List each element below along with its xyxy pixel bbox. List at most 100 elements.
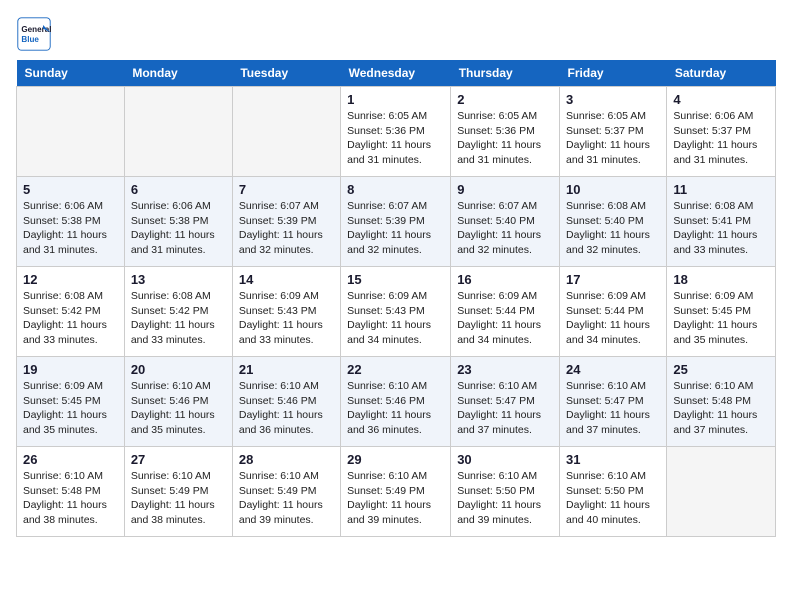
day-number: 12 — [23, 272, 118, 287]
day-number: 23 — [457, 362, 553, 377]
sunrise-text: Sunrise: 6:09 AM — [457, 289, 553, 304]
daylight-text: and 37 minutes. — [566, 423, 660, 438]
table-cell: 28 Sunrise: 6:10 AMSunset: 5:49 PMDayligh… — [232, 447, 340, 537]
daylight-text: and 34 minutes. — [347, 333, 444, 348]
day-number: 31 — [566, 452, 660, 467]
sunset-text: Sunset: 5:48 PM — [673, 394, 769, 409]
daylight-text: Daylight: 11 hours — [239, 408, 334, 423]
sunrise-text: Sunrise: 6:10 AM — [239, 379, 334, 394]
table-cell — [232, 87, 340, 177]
sunrise-text: Sunrise: 6:10 AM — [347, 379, 444, 394]
day-number: 18 — [673, 272, 769, 287]
sunset-text: Sunset: 5:42 PM — [23, 304, 118, 319]
sunset-text: Sunset: 5:36 PM — [347, 124, 444, 139]
day-number: 20 — [131, 362, 226, 377]
sunset-text: Sunset: 5:47 PM — [457, 394, 553, 409]
sunrise-text: Sunrise: 6:07 AM — [239, 199, 334, 214]
daylight-text: Daylight: 11 hours — [347, 318, 444, 333]
daylight-text: Daylight: 11 hours — [566, 498, 660, 513]
day-number: 15 — [347, 272, 444, 287]
week-row-2: 5 Sunrise: 6:06 AM Sunset: 5:38 PM Daylight… — [17, 177, 776, 267]
daylight-text: Daylight: 11 hours — [673, 408, 769, 423]
table-cell: 10Sunrise: 6:08 AMSunset: 5:40 PMDayligh… — [560, 177, 667, 267]
week-row-1: 1Sunrise: 6:05 AMSunset: 5:36 PMDaylight… — [17, 87, 776, 177]
sunrise-text: Sunrise: 6:09 AM — [347, 289, 444, 304]
table-cell: 31Sunrise: 6:10 AMSunset: 5:50 PMDayligh… — [560, 447, 667, 537]
sunset-text: Sunset: 5:39 PM — [347, 214, 444, 229]
day-number: 10 — [566, 182, 660, 197]
table-cell: 4Sunrise: 6:06 AMSunset: 5:37 PMDaylight… — [667, 87, 776, 177]
day-number: 5 — [23, 182, 118, 197]
table-cell: 21Sunrise: 6:10 AMSunset: 5:46 PMDayligh… — [232, 357, 340, 447]
table-cell — [667, 447, 776, 537]
header-saturday: Saturday — [667, 60, 776, 87]
table-cell: 24Sunrise: 6:10 AMSunset: 5:47 PMDayligh… — [560, 357, 667, 447]
table-cell: 30Sunrise: 6:10 AMSunset: 5:50 PMDayligh… — [451, 447, 560, 537]
day-number: 7 — [239, 182, 334, 197]
logo-icon: General Blue — [16, 16, 52, 52]
sunrise-text: Sunrise: 6:06 AM — [23, 199, 118, 214]
daylight-text: and 31 minutes. — [131, 243, 226, 258]
table-cell: 7Sunrise: 6:07 AMSunset: 5:39 PMDaylight… — [232, 177, 340, 267]
daylight-text: and 40 minutes. — [566, 513, 660, 528]
table-cell: 23Sunrise: 6:10 AMSunset: 5:47 PMDayligh… — [451, 357, 560, 447]
sunset-text: Sunset: 5:49 PM — [239, 484, 334, 499]
sunrise-text: Sunrise: 6:07 AM — [457, 199, 553, 214]
sunset-text: Sunset: 5:46 PM — [131, 394, 226, 409]
daylight-text: Daylight: 11 hours — [239, 318, 334, 333]
sunrise-text: Sunrise: 6:07 AM — [347, 199, 444, 214]
sunrise-text: Sunrise: 6:10 AM — [673, 379, 769, 394]
sunrise-text: Sunrise: 6:09 AM — [23, 379, 118, 394]
daylight-text: Daylight: 11 hours — [23, 228, 118, 243]
sunset-text: Sunset: 5:40 PM — [457, 214, 553, 229]
sunset-text: Sunset: 5:38 PM — [131, 214, 226, 229]
sunset-text: Sunset: 5:47 PM — [566, 394, 660, 409]
table-cell: 15Sunrise: 6:09 AMSunset: 5:43 PMDayligh… — [341, 267, 451, 357]
daylight-text: and 33 minutes. — [23, 333, 118, 348]
table-cell: 12Sunrise: 6:08 AMSunset: 5:42 PMDayligh… — [17, 267, 125, 357]
day-number: 1 — [347, 92, 444, 107]
day-number: 24 — [566, 362, 660, 377]
sunrise-text: Sunrise: 6:10 AM — [239, 469, 334, 484]
daylight-text: Daylight: 11 hours — [239, 498, 334, 513]
sunset-text: Sunset: 5:41 PM — [673, 214, 769, 229]
sunrise-text: Sunrise: 6:08 AM — [673, 199, 769, 214]
daylight-text: Daylight: 11 hours — [23, 498, 118, 513]
daylight-text: and 38 minutes. — [131, 513, 226, 528]
sunset-text: Sunset: 5:48 PM — [23, 484, 118, 499]
sunrise-text: Sunrise: 6:10 AM — [131, 469, 226, 484]
logo: General Blue — [16, 16, 52, 52]
daylight-text: and 32 minutes. — [457, 243, 553, 258]
daylight-text: and 32 minutes. — [347, 243, 444, 258]
daylight-text: and 32 minutes. — [566, 243, 660, 258]
day-number: 8 — [347, 182, 444, 197]
day-number: 28 — [239, 452, 334, 467]
day-number: 21 — [239, 362, 334, 377]
daylight-text: and 34 minutes. — [566, 333, 660, 348]
table-cell — [17, 87, 125, 177]
sunset-text: Sunset: 5:45 PM — [23, 394, 118, 409]
sunrise-text: Sunrise: 6:10 AM — [566, 379, 660, 394]
daylight-text: and 36 minutes. — [347, 423, 444, 438]
day-number: 11 — [673, 182, 769, 197]
daylight-text: Daylight: 11 hours — [347, 228, 444, 243]
daylight-text: and 31 minutes. — [566, 153, 660, 168]
sunrise-text: Sunrise: 6:06 AM — [673, 109, 769, 124]
daylight-text: and 31 minutes. — [23, 243, 118, 258]
daylight-text: and 36 minutes. — [239, 423, 334, 438]
table-cell: 9Sunrise: 6:07 AMSunset: 5:40 PMDaylight… — [451, 177, 560, 267]
table-cell: 13Sunrise: 6:08 AMSunset: 5:42 PMDayligh… — [124, 267, 232, 357]
daylight-text: and 39 minutes. — [239, 513, 334, 528]
header-friday: Friday — [560, 60, 667, 87]
daylight-text: and 35 minutes. — [23, 423, 118, 438]
day-number: 2 — [457, 92, 553, 107]
day-number: 9 — [457, 182, 553, 197]
sunset-text: Sunset: 5:49 PM — [131, 484, 226, 499]
table-cell: 29Sunrise: 6:10 AMSunset: 5:49 PMDayligh… — [341, 447, 451, 537]
week-row-5: 26Sunrise: 6:10 AMSunset: 5:48 PMDayligh… — [17, 447, 776, 537]
sunset-text: Sunset: 5:36 PM — [457, 124, 553, 139]
page-header: General Blue — [16, 16, 776, 52]
header-sunday: Sunday — [17, 60, 125, 87]
daylight-text: Daylight: 11 hours — [347, 498, 444, 513]
day-number: 4 — [673, 92, 769, 107]
